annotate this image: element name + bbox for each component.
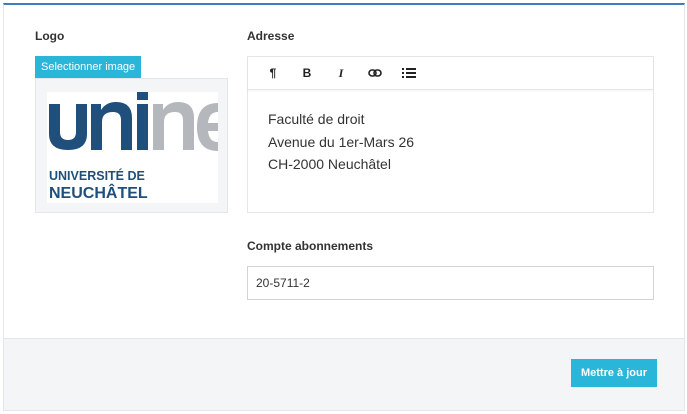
address-line: CH-2000 Neuchâtel xyxy=(268,156,391,172)
address-line: Avenue du 1er-Mars 26 xyxy=(268,133,415,150)
update-button[interactable]: Mettre à jour xyxy=(570,359,657,387)
italic-icon[interactable]: I xyxy=(324,60,358,86)
paragraph-icon[interactable]: ¶ xyxy=(256,60,290,86)
subscription-label: Compte abonnements xyxy=(247,239,374,253)
panel-footer: Mettre à jour xyxy=(4,338,684,410)
subscription-account-input[interactable]: 20-5711-2 xyxy=(247,266,654,300)
logo-label: Logo xyxy=(35,29,65,43)
bold-icon[interactable]: B xyxy=(290,60,324,86)
address-line: Faculté de droit xyxy=(268,111,365,127)
select-image-button[interactable]: Selectionner image xyxy=(35,56,142,78)
address-label: Adresse xyxy=(247,29,295,43)
logo-text-line1: UNIVERSITÉ DE xyxy=(49,168,145,183)
address-editor[interactable]: ¶ B I Faculté de droit Avenue du 1er-Mar… xyxy=(247,56,654,213)
editor-toolbar: ¶ B I xyxy=(248,57,653,90)
logo-preview: UNIVERSITÉ DE NEUCHÂTEL xyxy=(35,78,228,213)
logo-text-line2: NEUCHÂTEL xyxy=(49,183,148,202)
unine-logo-graphic: UNIVERSITÉ DE NEUCHÂTEL xyxy=(49,92,218,202)
settings-panel: Logo Selectionner image UNIVERSITÉ DE NE… xyxy=(3,3,685,411)
link-icon[interactable] xyxy=(358,60,392,86)
list-icon[interactable] xyxy=(392,60,426,86)
editor-content[interactable]: Faculté de droit Avenue du 1er-Mars 26 C… xyxy=(248,90,653,194)
logo-image: UNIVERSITÉ DE NEUCHÂTEL xyxy=(47,92,218,203)
